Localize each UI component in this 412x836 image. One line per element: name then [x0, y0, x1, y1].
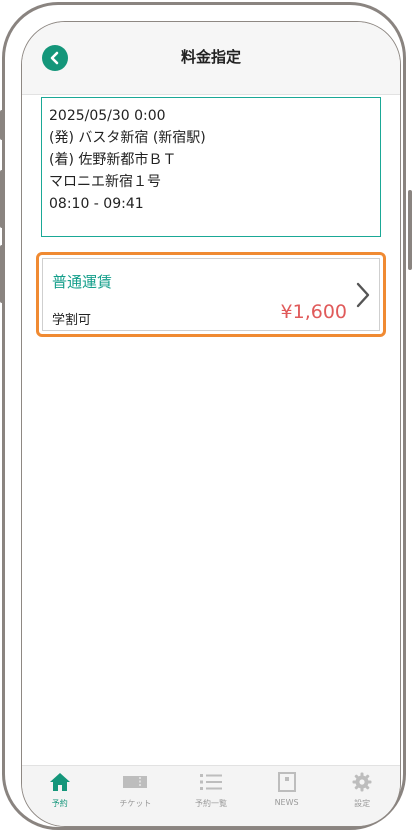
tab-label-reservation-list: 予約一覧 [194, 799, 227, 808]
gear-icon [352, 772, 372, 792]
fare-note: 学割可 [52, 313, 92, 328]
home-icon [49, 773, 70, 791]
fare-price: ¥1,600 [280, 301, 347, 323]
app-screen: 料金指定 2025/05/30 0:00 (発) バスタ新宿 (新宿駅) (着)… [21, 21, 401, 827]
tab-ticket[interactable]: チケット [98, 766, 174, 826]
list-icon [199, 774, 222, 790]
fare-option-inner: 普通運賃 学割可 ¥1,600 [42, 258, 380, 331]
fare-name: 普通運賃 [52, 273, 113, 291]
tab-label-ticket: チケット [119, 799, 152, 808]
phone-frame: 料金指定 2025/05/30 0:00 (発) バスタ新宿 (新宿駅) (着)… [2, 2, 406, 830]
tab-settings[interactable]: 設定 [324, 766, 400, 826]
trip-route-name: マロニエ新宿１号 [49, 174, 161, 190]
fare-option-card[interactable]: 普通運賃 学割可 ¥1,600 [36, 252, 386, 337]
volume-button [0, 245, 4, 303]
tab-reservation-list[interactable]: 予約一覧 [173, 766, 249, 826]
tab-news[interactable]: NEWS [249, 766, 325, 826]
tab-label-news: NEWS [274, 798, 299, 807]
volume-button [0, 170, 4, 228]
tab-label-settings: 設定 [354, 799, 371, 808]
trip-date: 2025/05/30 0:00 [49, 108, 166, 124]
ticket-icon [123, 776, 148, 788]
news-icon [277, 772, 296, 792]
tab-label-reservation: 予約 [51, 799, 68, 808]
chevron-right-icon [356, 282, 370, 308]
trip-departure: (発) バスタ新宿 (新宿駅) [49, 130, 206, 146]
tab-bar: 予約 チケット 予約一覧 NEWS 設定 [22, 765, 400, 826]
header: 料金指定 [22, 22, 400, 95]
trip-arrival: (着) 佐野新都市ＢＴ [49, 152, 177, 168]
page-title: 料金指定 [180, 48, 241, 66]
volume-button [0, 110, 4, 140]
trip-info-box: 2025/05/30 0:00 (発) バスタ新宿 (新宿駅) (着) 佐野新都… [41, 97, 381, 237]
tab-reservation[interactable]: 予約 [22, 766, 98, 826]
power-button [408, 190, 412, 270]
trip-time: 08:10 - 09:41 [49, 196, 144, 212]
